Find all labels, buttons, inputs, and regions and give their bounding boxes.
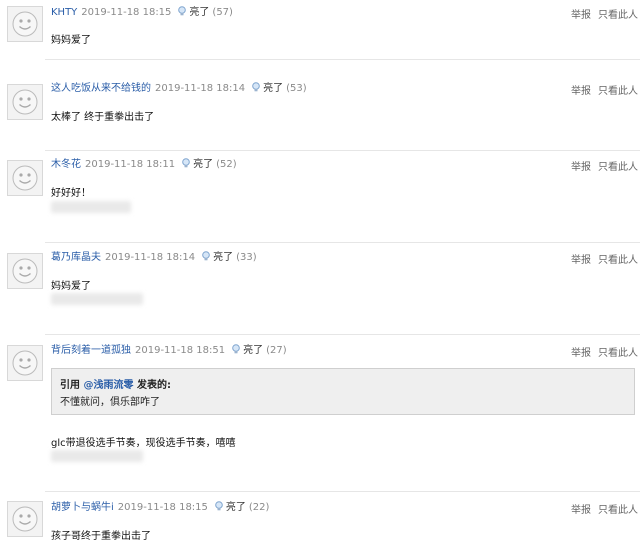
like-count: (27) <box>266 345 287 356</box>
username-link[interactable]: 葛乃库晶夫 <box>51 252 101 263</box>
username-link[interactable]: 这人吃饭从来不给钱的 <box>51 83 151 94</box>
report-link[interactable]: 举报 <box>571 348 591 359</box>
divider <box>45 491 640 492</box>
post-date: 2019-11-18 18:15 <box>117 502 208 513</box>
avatar[interactable] <box>7 84 43 120</box>
lightbulb-icon[interactable] <box>201 251 211 261</box>
comment-meta: 背后刻着一道孤独 2019-11-18 18:51 亮了 (27) <box>51 344 287 357</box>
report-link[interactable]: 举报 <box>571 505 591 516</box>
divider <box>45 242 640 243</box>
avatar[interactable] <box>7 501 43 537</box>
comment-actions: 举报 只看此人 <box>564 344 638 359</box>
comment-actions: 举报 只看此人 <box>564 158 638 173</box>
report-link[interactable]: 举报 <box>571 162 591 173</box>
like-count: (57) <box>212 7 233 18</box>
username-link[interactable]: 木冬花 <box>51 159 81 170</box>
comment-actions: 举报 只看此人 <box>564 501 638 516</box>
like-count: (33) <box>236 252 257 263</box>
smiley-icon <box>12 89 38 115</box>
report-link[interactable]: 举报 <box>571 10 591 21</box>
comment-meta: 葛乃库晶夫 2019-11-18 18:14 亮了 (33) <box>51 251 257 264</box>
comment-meta: 木冬花 2019-11-18 18:11 亮了 (52) <box>51 158 237 171</box>
quoted-user-link[interactable]: @浅雨流零 <box>83 380 133 391</box>
smiley-icon <box>12 11 38 37</box>
comment-text: glc带退役选手节奏，现役选手节奏，嘻嘻 <box>51 438 236 449</box>
quote-block: 引用 @浅雨流零 发表的: 不懂就问，俱乐部咋了 <box>51 368 635 415</box>
like-button[interactable]: 亮了 <box>226 502 246 513</box>
like-count: (22) <box>248 502 270 513</box>
like-count: (53) <box>286 83 307 94</box>
comment-actions: 举报 只看此人 <box>564 6 638 21</box>
only-this-user-link[interactable]: 只看此人 <box>598 505 638 516</box>
lightbulb-icon[interactable] <box>231 344 241 354</box>
lightbulb-icon[interactable] <box>214 501 224 511</box>
comment-meta: KHTY 2019-11-18 18:15 亮了 (57) <box>51 6 233 19</box>
like-button[interactable]: 亮了 <box>213 252 233 263</box>
blurred-signature <box>51 293 143 305</box>
post-date: 2019-11-18 18:14 <box>105 252 196 263</box>
like-button[interactable]: 亮了 <box>243 345 263 356</box>
avatar[interactable] <box>7 345 43 381</box>
divider <box>45 150 640 151</box>
lightbulb-icon[interactable] <box>251 82 261 92</box>
blurred-signature <box>51 201 131 213</box>
comment-meta: 这人吃饭从来不给钱的 2019-11-18 18:14 亮了 (53) <box>51 82 307 95</box>
username-link[interactable]: 胡萝卜与蜗牛i <box>51 502 114 513</box>
post-date: 2019-11-18 18:11 <box>85 159 176 170</box>
username-link[interactable]: KHTY <box>51 7 77 18</box>
avatar[interactable] <box>7 253 43 289</box>
quote-text: 不懂就问，俱乐部咋了 <box>60 397 160 408</box>
post-date: 2019-11-18 18:51 <box>135 345 226 356</box>
username-link[interactable]: 背后刻着一道孤独 <box>51 345 131 356</box>
avatar[interactable] <box>7 160 43 196</box>
comment-text: 好好好！ <box>51 188 91 199</box>
divider <box>45 59 640 60</box>
only-this-user-link[interactable]: 只看此人 <box>598 255 638 266</box>
divider <box>45 334 640 335</box>
quote-prefix: 引用 <box>60 380 80 391</box>
like-button[interactable]: 亮了 <box>189 7 209 18</box>
quote-header: 引用 @浅雨流零 发表的: <box>60 376 171 391</box>
smiley-icon <box>12 506 38 532</box>
smiley-icon <box>12 165 38 191</box>
only-this-user-link[interactable]: 只看此人 <box>598 10 638 21</box>
comment-text: 妈妈爱了 <box>51 281 91 292</box>
avatar[interactable] <box>7 6 43 42</box>
comment-actions: 举报 只看此人 <box>564 82 638 97</box>
blurred-signature <box>51 450 143 462</box>
smiley-icon <box>12 258 38 284</box>
quote-suffix: 发表的: <box>136 380 171 391</box>
like-button[interactable]: 亮了 <box>193 159 213 170</box>
lightbulb-icon[interactable] <box>177 6 187 16</box>
comment-text: 妈妈爱了 <box>51 35 91 46</box>
only-this-user-link[interactable]: 只看此人 <box>598 348 638 359</box>
like-count: (52) <box>216 159 237 170</box>
post-date: 2019-11-18 18:15 <box>81 7 172 18</box>
post-date: 2019-11-18 18:14 <box>155 83 246 94</box>
report-link[interactable]: 举报 <box>571 255 591 266</box>
comment-meta: 胡萝卜与蜗牛i 2019-11-18 18:15 亮了 (22) <box>51 501 269 514</box>
comment-text: 孩子哥终于重拳出击了 <box>51 531 151 542</box>
only-this-user-link[interactable]: 只看此人 <box>598 162 638 173</box>
comment-actions: 举报 只看此人 <box>564 251 638 266</box>
report-link[interactable]: 举报 <box>571 86 591 97</box>
lightbulb-icon[interactable] <box>181 158 191 168</box>
smiley-icon <box>12 350 38 376</box>
comment-text: 太棒了 终于重拳出击了 <box>51 112 155 123</box>
only-this-user-link[interactable]: 只看此人 <box>598 86 638 97</box>
like-button[interactable]: 亮了 <box>263 83 283 94</box>
